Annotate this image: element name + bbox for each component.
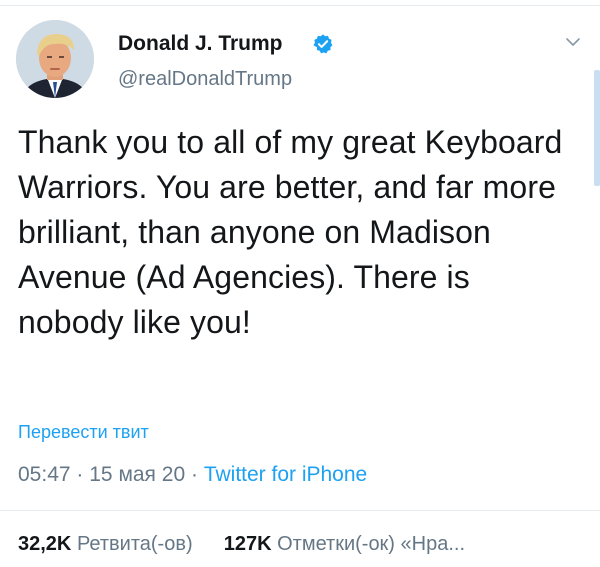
chevron-down-icon[interactable] bbox=[565, 36, 581, 48]
retweets-label: Ретвита(-ов) bbox=[76, 533, 193, 555]
avatar[interactable] bbox=[16, 20, 94, 98]
top-divider bbox=[0, 5, 600, 6]
likes-stat[interactable]: 127K Отметки(-ок) «Нра... bbox=[224, 533, 465, 555]
translate-tweet-link[interactable]: Перевести твит bbox=[18, 422, 149, 443]
tweet-meta: 05:47 · 15 мая 20 · Twitter for iPhone bbox=[18, 463, 367, 487]
scrollbar[interactable] bbox=[594, 70, 600, 186]
meta-separator: · bbox=[76, 463, 84, 486]
meta-separator: · bbox=[190, 463, 198, 486]
retweets-count: 32,2K bbox=[18, 533, 72, 555]
tweet-source-link[interactable]: Twitter for iPhone bbox=[204, 463, 367, 486]
stats-divider bbox=[0, 510, 600, 511]
likes-label: Отметки(-ок) «Нра... bbox=[277, 533, 466, 555]
user-handle[interactable]: @realDonaldTrump bbox=[118, 68, 292, 91]
tweet-time: 05:47 bbox=[18, 463, 71, 486]
likes-count: 127K bbox=[223, 533, 272, 555]
tweet-text: Thank you to all of my great Keyboard Wa… bbox=[18, 124, 563, 340]
display-name[interactable]: Donald J. Trump bbox=[118, 32, 283, 56]
avatar-image bbox=[16, 20, 94, 98]
retweets-stat[interactable]: 32,2K Ретвита(-ов) bbox=[18, 533, 198, 555]
tweet-stats: 32,2K Ретвита(-ов) 127K Отметки(-ок) «Нр… bbox=[18, 533, 465, 556]
tweet-date[interactable]: 15 мая 20 bbox=[89, 463, 185, 486]
verified-badge-icon bbox=[313, 34, 333, 54]
tweet-card: Donald J. Trump @realDonaldTrump Thank y… bbox=[0, 0, 600, 567]
